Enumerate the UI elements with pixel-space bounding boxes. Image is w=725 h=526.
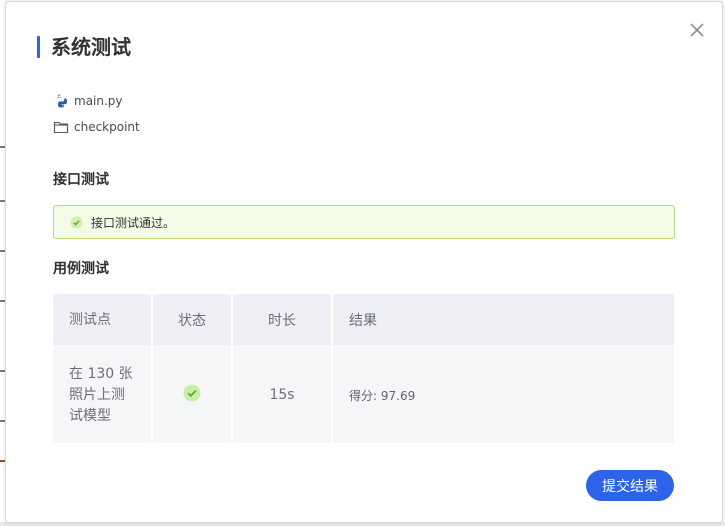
column-header-result: 结果 <box>333 294 674 347</box>
column-header-point: 测试点 <box>53 294 151 347</box>
file-name: main.py <box>74 94 123 108</box>
score-text: 得分: 97.69 <box>349 388 416 403</box>
file-item-main-py[interactable]: main.py <box>53 93 123 109</box>
column-header-duration: 时长 <box>233 294 331 347</box>
file-item-checkpoint[interactable]: checkpoint <box>53 119 140 135</box>
case-test-heading: 用例测试 <box>53 261 109 277</box>
system-test-dialog: 系统测试 main.py checkpoint 接口测试 接口测试通过。 用例测… <box>5 1 723 523</box>
check-circle-icon <box>183 384 201 402</box>
interface-test-heading: 接口测试 <box>53 172 109 188</box>
status-cell <box>153 347 231 443</box>
check-circle-icon <box>70 215 83 229</box>
interface-test-message: 接口测试通过。 <box>91 215 176 230</box>
title-accent-bar <box>37 36 40 58</box>
table-row: 在 130 张照片上测试模型 15s 得分: 97.69 <box>53 347 674 443</box>
close-icon <box>690 23 704 37</box>
table-header-row: 测试点 状态 时长 结果 <box>53 294 674 347</box>
test-point-cell: 在 130 张照片上测试模型 <box>53 347 151 443</box>
folder-icon <box>53 121 69 134</box>
case-test-table: 测试点 状态 时长 结果 在 130 张照片上测试模型 15s 得分: 97.6… <box>51 294 676 443</box>
file-name: checkpoint <box>74 120 140 134</box>
submit-result-button[interactable]: 提交结果 <box>586 470 674 501</box>
column-header-status: 状态 <box>153 294 231 347</box>
python-icon <box>57 94 67 108</box>
close-button[interactable] <box>686 19 708 41</box>
dialog-title: 系统测试 <box>51 35 131 59</box>
duration-cell: 15s <box>233 347 331 443</box>
interface-test-result: 接口测试通过。 <box>53 205 675 239</box>
result-cell: 得分: 97.69 <box>333 347 674 443</box>
